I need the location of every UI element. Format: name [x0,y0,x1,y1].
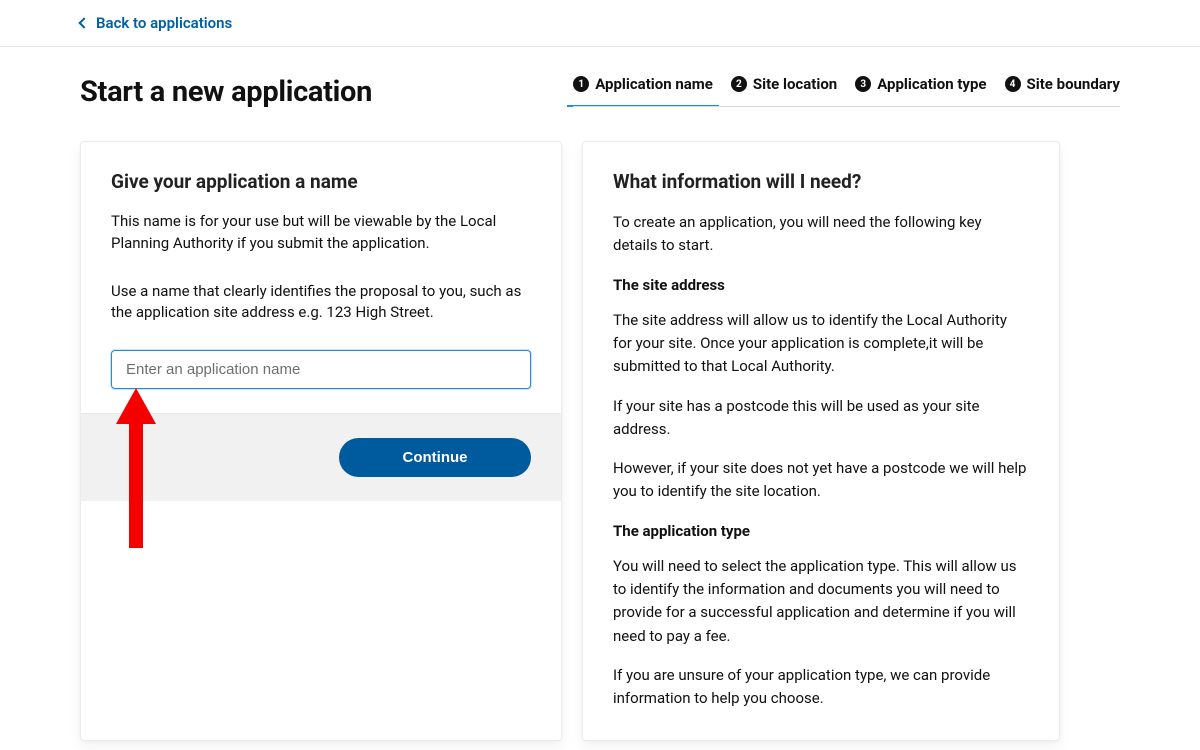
step-number-badge: 4 [1005,76,1021,92]
form-card-body: Give your application a name This name i… [81,142,561,413]
header-row: Start a new application 1 Application na… [0,47,1200,109]
step-label: Site boundary [1027,75,1120,93]
info-site-address-p3: However, if your site does not yet have … [613,457,1029,504]
stepper: 1 Application name 2 Site location 3 App… [573,75,1120,107]
continue-button[interactable]: Continue [339,438,531,477]
form-card: Give your application a name This name i… [80,141,562,741]
page-title: Start a new application [80,75,372,109]
top-bar: Back to applications [0,0,1200,47]
step-application-type[interactable]: 3 Application type [855,75,986,107]
info-application-type-p1: You will need to select the application … [613,555,1029,648]
info-card: What information will I need? To create … [582,141,1060,741]
step-application-name[interactable]: 1 Application name [573,75,713,107]
step-label: Site location [753,75,837,93]
application-name-input[interactable] [111,350,531,389]
step-site-boundary[interactable]: 4 Site boundary [1005,75,1120,107]
form-heading: Give your application a name [111,170,531,193]
step-number-badge: 3 [855,76,871,92]
info-site-address-p2: If your site has a postcode this will be… [613,395,1029,442]
info-site-address-p1: The site address will allow us to identi… [613,309,1029,379]
step-number-badge: 2 [731,76,747,92]
back-link-label: Back to applications [96,14,232,32]
stepper-divider [573,106,1120,107]
step-label: Application name [595,75,713,93]
back-to-applications-link[interactable]: Back to applications [80,14,232,32]
step-number-badge: 1 [573,76,589,92]
info-subheading-site-address: The site address [613,274,1029,297]
content-row: Give your application a name This name i… [0,109,1200,741]
form-description-2: Use a name that clearly identifies the p… [111,281,531,325]
info-heading: What information will I need? [613,170,1029,193]
form-card-footer: Continue [81,413,561,501]
info-subheading-application-type: The application type [613,520,1029,543]
step-site-location[interactable]: 2 Site location [731,75,837,107]
chevron-left-icon [78,17,89,28]
form-description-1: This name is for your use but will be vi… [111,211,531,255]
step-label: Application type [877,75,986,93]
info-application-type-p2: If you are unsure of your application ty… [613,664,1029,711]
info-intro: To create an application, you will need … [613,211,1029,258]
